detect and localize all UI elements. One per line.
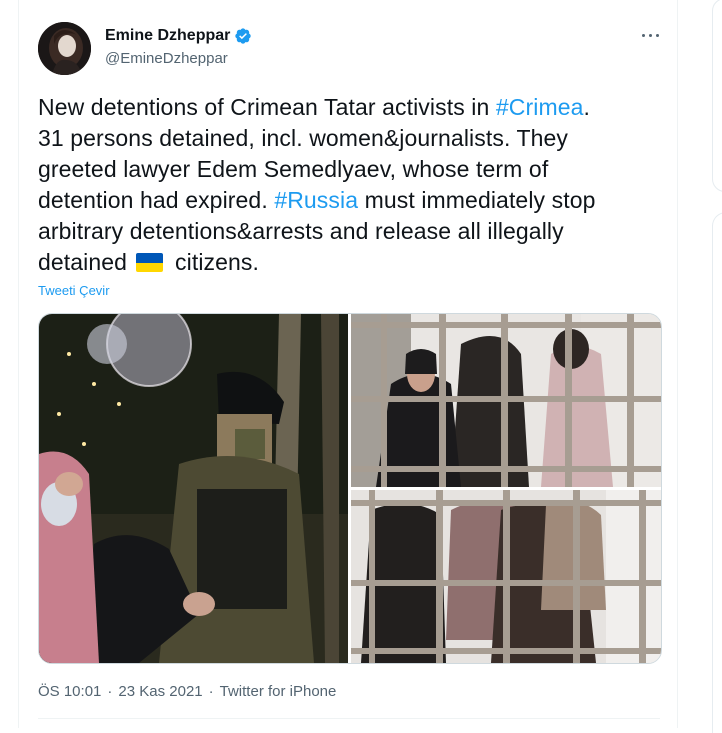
tweet-text: New detentions of Crimean Tatar activist… <box>38 92 663 278</box>
sidebar-panel <box>712 0 722 192</box>
more-options-icon[interactable] <box>640 26 662 44</box>
tweet-text-line: detained citizens. <box>38 247 663 278</box>
ukraine-flag-icon <box>135 253 163 272</box>
tweet-text-line: 31 persons detained, incl. women&journal… <box>38 123 663 154</box>
hashtag-link[interactable]: #Russia <box>274 187 358 213</box>
media-grid <box>38 313 662 664</box>
author-name-row[interactable]: Emine Dzheppar <box>105 27 252 45</box>
author-name[interactable]: Emine Dzheppar <box>105 27 230 45</box>
tweet-text-line: arbitrary detentions&arrests and release… <box>38 216 663 247</box>
tweet-text-line: New detentions of Crimean Tatar activist… <box>38 92 663 123</box>
tweet-text-segment: 31 persons detained, incl. women&journal… <box>38 125 569 151</box>
verified-badge-icon <box>234 27 252 45</box>
photo-women-behind-window-bars[interactable] <box>351 314 661 487</box>
translate-tweet-link[interactable]: Tweeti Çevir <box>38 283 110 298</box>
meta-separator: · <box>208 683 214 700</box>
tweet-meta: ÖS 10:01 · 23 Kas 2021 · Twitter for iPh… <box>38 683 336 700</box>
tweet-text-segment: must immediately stop <box>358 187 596 213</box>
author-handle[interactable]: @EmineDzheppar <box>105 50 228 67</box>
tweet-text-line: detention had expired. #Russia must imme… <box>38 185 663 216</box>
tweet-text-segment: arbitrary detentions&arrests and release… <box>38 218 564 244</box>
tweet-time[interactable]: ÖS 10:01 <box>38 683 101 700</box>
tweet-text-segment: . <box>583 94 591 120</box>
tweet-text-segment: detained <box>38 249 134 275</box>
meta-separator: · <box>107 683 113 700</box>
tweet-text-segment: greeted lawyer Edem Semedlyaev, whose te… <box>38 156 549 182</box>
tweet-text-segment: detention had expired. <box>38 187 275 213</box>
tweet-text-segment: New detentions of Crimean Tatar activist… <box>38 94 496 120</box>
photo-people-behind-bars[interactable] <box>351 490 661 663</box>
author-avatar[interactable] <box>38 22 91 75</box>
photo-riot-police-arrest[interactable] <box>39 314 348 663</box>
sidebar-panel-lower <box>712 212 722 733</box>
tweet-text-line: greeted lawyer Edem Semedlyaev, whose te… <box>38 154 663 185</box>
tweet-source[interactable]: Twitter for iPhone <box>220 683 337 700</box>
divider <box>38 718 660 719</box>
tweet-date[interactable]: 23 Kas 2021 <box>118 683 202 700</box>
hashtag-link[interactable]: #Crimea <box>496 94 584 120</box>
tweet-text-segment: citizens. <box>168 249 260 275</box>
